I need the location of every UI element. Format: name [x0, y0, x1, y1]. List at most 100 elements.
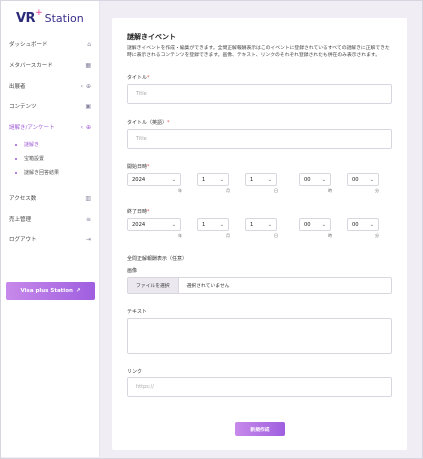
end-label-text: 終了日時: [127, 209, 148, 215]
required-mark: *: [167, 120, 170, 126]
sidebar-subitem-treasure[interactable]: 宝箱設置: [15, 155, 44, 162]
end-day-select[interactable]: 1 ⌄: [245, 218, 277, 231]
year-unit: 年: [178, 233, 182, 238]
chevron-down-icon: ⌄: [321, 176, 326, 183]
start-day-select[interactable]: 1 ⌄: [245, 173, 277, 186]
select-value: 2024: [132, 176, 146, 183]
title-en-input[interactable]: Title: [127, 129, 392, 149]
end-year-select[interactable]: 2024 ⌄: [127, 218, 181, 231]
start-label-text: 開始日時: [127, 164, 148, 170]
logo-plus: +: [35, 8, 43, 18]
title-label: タイトル*: [127, 74, 150, 81]
page-title: 謎解きイベント: [127, 33, 176, 41]
reward-section-label: 全問正解報酬表示（任意）: [127, 256, 188, 262]
end-minute-select[interactable]: 00 ⌄: [347, 218, 379, 231]
select-value: 1: [202, 176, 206, 183]
sidebar-item-contents[interactable]: コンテンツ ▣: [9, 100, 91, 112]
logo-word: Station: [44, 11, 84, 25]
select-value: 1: [202, 221, 206, 228]
sidebar-item-access[interactable]: アクセス数 ▥: [9, 192, 91, 204]
logo-vr: VR: [16, 10, 36, 26]
day-unit: 日: [274, 188, 278, 193]
month-unit: 月: [226, 233, 230, 238]
start-hour-select[interactable]: 00 ⌄: [299, 173, 331, 186]
bar-chart-icon: ▥: [85, 194, 91, 202]
sidebar-item-riddle-survey[interactable]: 謎解き/アンケート ‹ ⊕: [9, 121, 91, 133]
chevron-down-icon: ⌄: [321, 221, 326, 228]
start-datetime-label: 開始日時*: [127, 163, 150, 170]
image-file-input[interactable]: ファイルを選択 選択されていません: [127, 277, 392, 294]
sidebar-item-label: 謎解き/アンケート: [9, 125, 55, 131]
folder-icon: ▣: [85, 102, 91, 110]
bullet-icon: [15, 171, 17, 174]
sidebar-item-dashboard[interactable]: ダッシュボード ⌂: [9, 38, 91, 50]
start-year-select[interactable]: 2024 ⌄: [127, 173, 181, 186]
select-value: 1: [250, 221, 254, 228]
year-unit: 年: [178, 188, 182, 193]
sidebar-item-sales[interactable]: 売上管理 ≡: [9, 213, 91, 225]
minute-unit: 分: [375, 233, 379, 238]
money-icon: ≡: [85, 215, 91, 223]
sidebar-subitem-label: 謎解き回答結果: [24, 170, 60, 176]
file-status: 選択されていません: [186, 284, 230, 289]
minute-unit: 分: [375, 188, 379, 193]
calendar-icon: ▦: [85, 61, 91, 69]
select-value: 1: [250, 176, 254, 183]
select-value: 00: [352, 221, 359, 228]
sidebar-subitem-label: 宝箱設置: [24, 156, 45, 162]
sidebar-subitem-label: 謎解き: [24, 142, 40, 148]
external-link-icon: ↗: [75, 288, 81, 294]
sidebar-item-label: 出展者: [9, 84, 26, 90]
chevron-down-icon: ⌄: [369, 221, 374, 228]
bullet-icon: [15, 157, 17, 160]
bullet-icon: [15, 143, 17, 146]
start-minute-select[interactable]: 00 ⌄: [347, 173, 379, 186]
text-textarea[interactable]: [127, 318, 392, 354]
title-en-label: タイトル（英語）*: [127, 119, 170, 126]
brand-logo[interactable]: VR + Station: [16, 8, 84, 26]
chevron-down-icon: ⌄: [267, 221, 272, 228]
sidebar-item-exhibitors[interactable]: 出展者 ‹ ⊕: [9, 80, 91, 92]
text-label: テキスト: [127, 309, 147, 315]
sidebar-item-label: ダッシュボード: [9, 42, 48, 48]
sidebar-subitem-riddle[interactable]: 謎解き: [15, 141, 39, 148]
sidebar-item-metaverse-card[interactable]: メタバースカード ▦: [9, 59, 91, 71]
visa-plus-station-button[interactable]: Visa plus Station ↗: [6, 282, 95, 300]
event-form-panel: 謎解きイベント 謎解きイベントを作成・編集ができます。全問正解報酬表示はこのイベ…: [112, 18, 407, 450]
required-mark: *: [147, 75, 150, 81]
plus-circle-icon: ⊕: [85, 123, 91, 131]
end-datetime-label: 終了日時*: [127, 208, 150, 215]
title-en-label-text: タイトル（英語）: [127, 120, 168, 126]
start-month-select[interactable]: 1 ⌄: [197, 173, 229, 186]
chevron-down-icon: ⌄: [171, 176, 176, 183]
chevron-left-icon: ‹: [80, 123, 83, 131]
home-icon: ⌂: [87, 40, 91, 48]
create-button[interactable]: 新規作成: [235, 422, 285, 436]
select-value: 00: [304, 221, 311, 228]
chevron-down-icon: ⌄: [267, 176, 272, 183]
sidebar-subitem-results[interactable]: 謎解き回答結果: [15, 169, 59, 176]
page-description: 謎解きイベントを作成・編集ができます。全問正解報酬表示はこのイベントに登録されて…: [127, 46, 390, 58]
chevron-down-icon: ⌄: [171, 221, 176, 228]
end-hour-select[interactable]: 00 ⌄: [299, 218, 331, 231]
select-value: 00: [304, 176, 311, 183]
choose-file-button[interactable]: ファイルを選択: [128, 278, 179, 293]
required-mark: *: [147, 209, 150, 215]
link-input[interactable]: https://: [127, 377, 392, 397]
title-label-text: タイトル: [127, 75, 148, 81]
hour-unit: 時: [328, 188, 332, 193]
image-label: 画像: [127, 268, 138, 274]
chevron-down-icon: ⌄: [219, 176, 224, 183]
day-unit: 日: [274, 233, 278, 238]
button-label: Visa plus Station: [20, 288, 73, 294]
title-input[interactable]: Title: [127, 84, 392, 104]
month-unit: 月: [226, 188, 230, 193]
sidebar: VR + Station ダッシュボード ⌂ メタバースカード ▦ 出展者 ‹ …: [1, 1, 100, 457]
sidebar-item-label: 売上管理: [9, 217, 32, 223]
chevron-down-icon: ⌄: [219, 221, 224, 228]
sidebar-item-logout[interactable]: ログアウト ⇥: [9, 233, 91, 245]
sidebar-item-label: アクセス数: [9, 196, 37, 202]
chevron-down-icon: ⌄: [369, 176, 374, 183]
end-month-select[interactable]: 1 ⌄: [197, 218, 229, 231]
sidebar-item-label: メタバースカード: [9, 63, 53, 69]
